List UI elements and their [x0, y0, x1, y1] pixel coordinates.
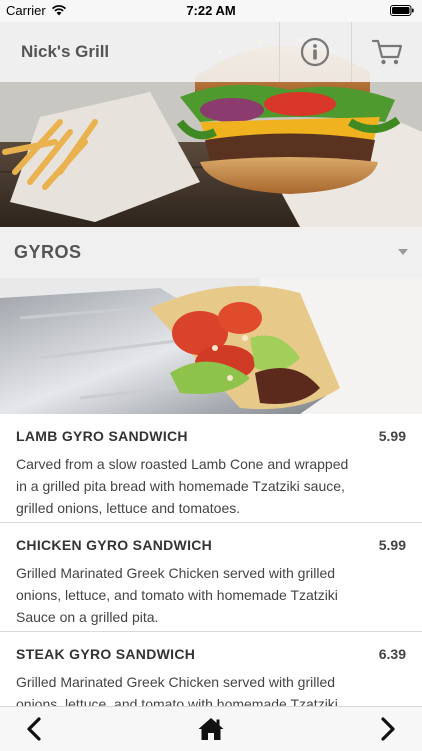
menu-item[interactable]: CHICKEN GYRO SANDWICH 5.99 Grilled Marin…	[0, 523, 422, 632]
chevron-left-icon	[27, 717, 41, 741]
item-description: Grilled Marinated Greek Chicken served w…	[16, 674, 338, 706]
menu-list: LAMB GYRO SANDWICH 5.99 Carved from a sl…	[0, 414, 422, 706]
gyro-image	[0, 278, 422, 414]
category-label: GYROS	[14, 242, 82, 262]
info-button[interactable]	[279, 22, 350, 82]
status-time: 7:22 AM	[186, 3, 236, 18]
menu-item[interactable]: STEAK GYRO SANDWICH 6.39 Grilled Marinat…	[0, 632, 422, 706]
forward-button[interactable]	[366, 707, 410, 751]
chevron-right-icon	[381, 717, 395, 741]
bottom-toolbar	[0, 706, 422, 751]
home-icon	[198, 718, 224, 740]
category-dropdown[interactable]: GYROS	[0, 227, 422, 278]
item-name: LAMB GYRO SANDWICH	[16, 428, 188, 444]
item-name: CHICKEN GYRO SANDWICH	[16, 537, 213, 553]
app-header: Nick's Grill	[0, 22, 422, 82]
status-bar: Carrier 7:22 AM	[0, 0, 422, 22]
cart-button[interactable]	[351, 22, 422, 82]
home-button[interactable]	[189, 707, 233, 751]
item-price: 5.99	[378, 428, 406, 444]
item-description: Carved from a slow roasted Lamb Cone and…	[16, 456, 349, 516]
back-button[interactable]	[12, 707, 56, 751]
item-name: STEAK GYRO SANDWICH	[16, 646, 196, 662]
caret-down-icon	[398, 249, 408, 255]
item-description: Grilled Marinated Greek Chicken served w…	[16, 565, 338, 625]
item-price: 6.39	[378, 646, 406, 662]
cart-icon	[371, 39, 403, 65]
info-icon	[300, 37, 330, 67]
category-image	[0, 278, 422, 414]
item-price: 5.99	[378, 537, 406, 553]
app-title: Nick's Grill	[21, 42, 110, 61]
hero-banner: Nick's Grill	[0, 22, 422, 227]
battery-icon	[390, 5, 414, 16]
menu-item[interactable]: LAMB GYRO SANDWICH 5.99 Carved from a sl…	[0, 414, 422, 523]
